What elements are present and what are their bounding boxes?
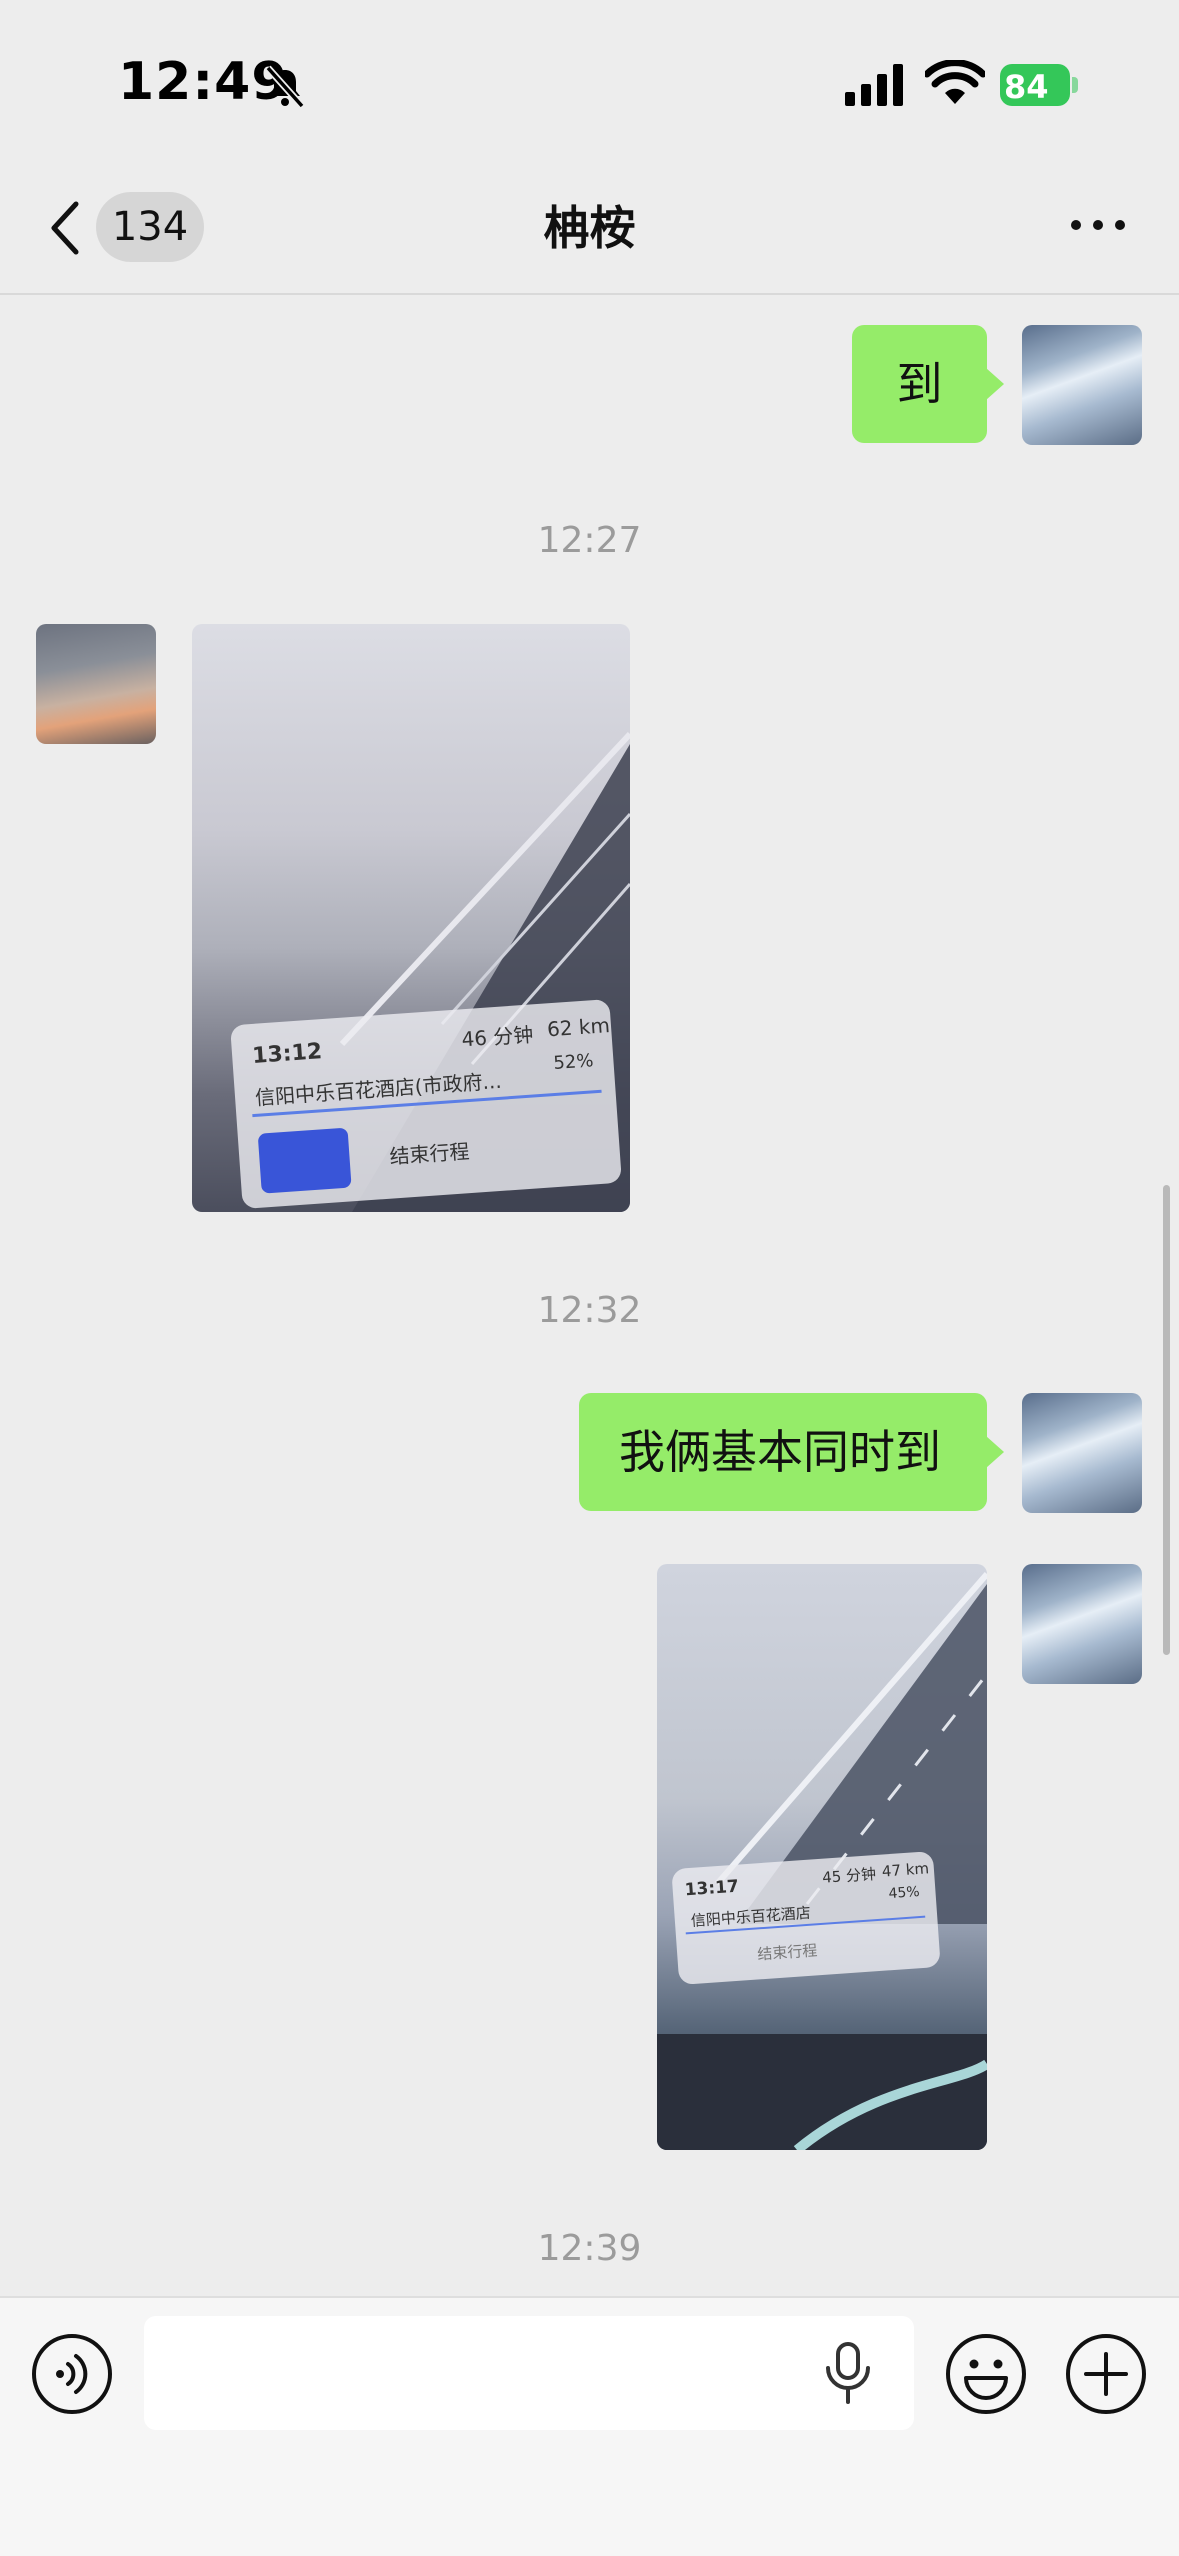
my-avatar[interactable] <box>1022 325 1142 445</box>
nav-overlay-card: 13:17 45 分钟 47 km 信阳中乐百花酒店 45% 结束行程 <box>671 1851 941 1985</box>
battery-indicator: 84 <box>1000 64 1078 106</box>
photo-scene <box>657 1572 987 2150</box>
overlay-distance: 47 km <box>881 1859 930 1881</box>
header-divider <box>0 293 1179 295</box>
photo-message-outgoing[interactable]: 13:17 45 分钟 47 km 信阳中乐百花酒店 45% 结束行程 <box>657 1564 987 2150</box>
nav-overlay-card: 13:12 46 分钟 62 km 信阳中乐百花酒店(市政府... 52% 结束… <box>230 998 622 1210</box>
contact-avatar[interactable] <box>36 624 156 744</box>
input-divider <box>0 2296 1179 2298</box>
unread-count-badge[interactable]: 134 <box>96 192 204 262</box>
overlay-battery: 45% <box>887 1884 921 1903</box>
message-timestamp: 12:39 <box>537 2228 642 2269</box>
overlay-eta: 13:17 <box>684 1876 740 1901</box>
overlay-distance: 62 km <box>546 1013 611 1042</box>
wifi-icon <box>925 60 985 104</box>
microphone-icon[interactable] <box>820 2340 876 2406</box>
my-avatar[interactable] <box>1022 1393 1142 1513</box>
emoji-icon[interactable] <box>944 2332 1028 2416</box>
overlay-eta: 13:12 <box>251 1039 323 1069</box>
message-bubble-outgoing[interactable]: 我俩基本同时到 <box>579 1393 987 1511</box>
my-avatar[interactable] <box>1022 1564 1142 1684</box>
scroll-indicator[interactable] <box>1163 1185 1170 1655</box>
message-timestamp: 12:27 <box>537 520 642 561</box>
back-chevron-icon[interactable] <box>46 198 86 258</box>
battery-level: 84 <box>1004 68 1049 106</box>
cellular-signal-icon <box>845 64 903 106</box>
overlay-destination: 信阳中乐百花酒店(市政府... <box>254 1068 503 1110</box>
message-bubble-outgoing[interactable]: 到 <box>852 325 987 443</box>
bubble-tail <box>986 368 1004 400</box>
voice-mode-icon[interactable] <box>30 2332 114 2416</box>
overlay-end-trip: 结束行程 <box>388 1139 471 1169</box>
bubble-tail <box>986 1436 1004 1468</box>
more-options-icon[interactable] <box>1066 210 1130 240</box>
photo-message-incoming[interactable]: 13:12 46 分钟 62 km 信阳中乐百花酒店(市政府... 52% 结束… <box>192 624 630 1212</box>
plus-icon[interactable] <box>1064 2332 1148 2416</box>
message-timestamp: 12:32 <box>537 1290 642 1331</box>
overlay-battery: 52% <box>552 1050 595 1074</box>
vehicle-button <box>257 1127 352 1194</box>
overlay-duration: 46 分钟 <box>460 1022 535 1052</box>
overlay-duration: 45 分钟 <box>821 1865 877 1887</box>
chat-title: 柟桉 <box>543 201 636 255</box>
overlay-end-trip: 结束行程 <box>756 1941 818 1964</box>
battery-cap <box>1072 77 1078 93</box>
bell-muted-icon <box>265 65 305 109</box>
message-input[interactable] <box>144 2316 914 2430</box>
